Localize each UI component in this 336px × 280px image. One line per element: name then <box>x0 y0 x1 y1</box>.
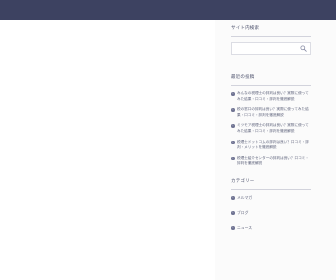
recent-posts-title-divider <box>231 85 311 86</box>
search-box <box>231 42 311 55</box>
site-header <box>0 0 336 20</box>
recent-posts-list: › みんなの税理士の評判は良い？実際に使ってみた結果・口コミ・評判を徹底解説 ›… <box>231 91 311 167</box>
category-link[interactable]: ニュース <box>237 225 252 230</box>
recent-post-link[interactable]: 税理士ドットコムの評判は良い？口コミ・評判・メリットを徹底解説 <box>237 140 309 150</box>
main-content-area <box>0 20 215 280</box>
search-title-divider <box>231 36 311 37</box>
search-widget-title: サイト内検索 <box>231 26 260 31</box>
recent-post-link[interactable]: みんなの税理士の評判は良い？実際に使ってみた結果・口コミ・評判を徹底解説 <box>237 91 309 101</box>
search-icon[interactable] <box>300 45 307 52</box>
category-link[interactable]: ブログ <box>237 210 248 215</box>
chevron-right-icon: › <box>231 107 235 112</box>
categories-title: カテゴリー <box>231 178 255 184</box>
recent-posts-widget: 最近の投稿 › みんなの税理士の評判は良い？実際に使ってみた結果・口コミ・評判を… <box>231 75 311 167</box>
search-widget: サイト内検索 <box>231 26 311 55</box>
categories-widget: カテゴリー › メルマガ › ブログ › ニュース <box>231 179 311 230</box>
chevron-right-icon: › <box>231 224 235 230</box>
recent-post-item[interactable]: › 税理士ドットコムの評判は良い？口コミ・評判・メリットを徹底解説 <box>231 140 311 151</box>
recent-post-link[interactable]: ミツモア税理士の評判は良い？実際に使ってみた結果・口コミ・評判を徹底解説 <box>237 123 309 133</box>
chevron-right-icon: › <box>231 209 235 215</box>
chevron-right-icon: › <box>231 194 235 200</box>
recent-post-item[interactable]: › みんなの税理士の評判は良い？実際に使ってみた結果・口コミ・評判を徹底解説 <box>231 91 311 102</box>
categories-list: › メルマガ › ブログ › ニュース <box>231 195 311 230</box>
chevron-right-icon: › <box>231 123 235 128</box>
recent-post-link[interactable]: 税理士紹介センターの評判は良い？口コミ・評判を徹底解説 <box>237 156 309 166</box>
recent-post-item[interactable]: › ミツモア税理士の評判は良い？実際に使ってみた結果・口コミ・評判を徹底解説 <box>231 123 311 134</box>
categories-title-divider <box>231 188 311 190</box>
search-input[interactable] <box>232 43 301 54</box>
recent-post-item[interactable]: › 税理士紹介センターの評判は良い？口コミ・評判を徹底解説 <box>231 156 311 167</box>
chevron-right-icon: › <box>231 139 235 145</box>
recent-posts-title: 最近の投稿 <box>231 75 255 80</box>
sidebar: サイト内検索 最近の投稿 › みんなの税理士の評判は良い？実際に使ってみた結果・… <box>231 26 311 240</box>
chevron-right-icon: › <box>231 91 235 96</box>
recent-post-link[interactable]: 税の窓口の評判は良い？実際に使ってみた結果・口コミ・評判を徹底解説 <box>237 107 309 117</box>
category-item[interactable]: › メルマガ <box>231 195 311 200</box>
category-item[interactable]: › ニュース <box>231 225 311 230</box>
category-item[interactable]: › ブログ <box>231 210 311 215</box>
recent-post-item[interactable]: › 税の窓口の評判は良い？実際に使ってみた結果・口コミ・評判を徹底解説 <box>231 107 311 118</box>
chevron-right-icon: › <box>231 155 235 161</box>
category-link[interactable]: メルマガ <box>237 195 252 200</box>
